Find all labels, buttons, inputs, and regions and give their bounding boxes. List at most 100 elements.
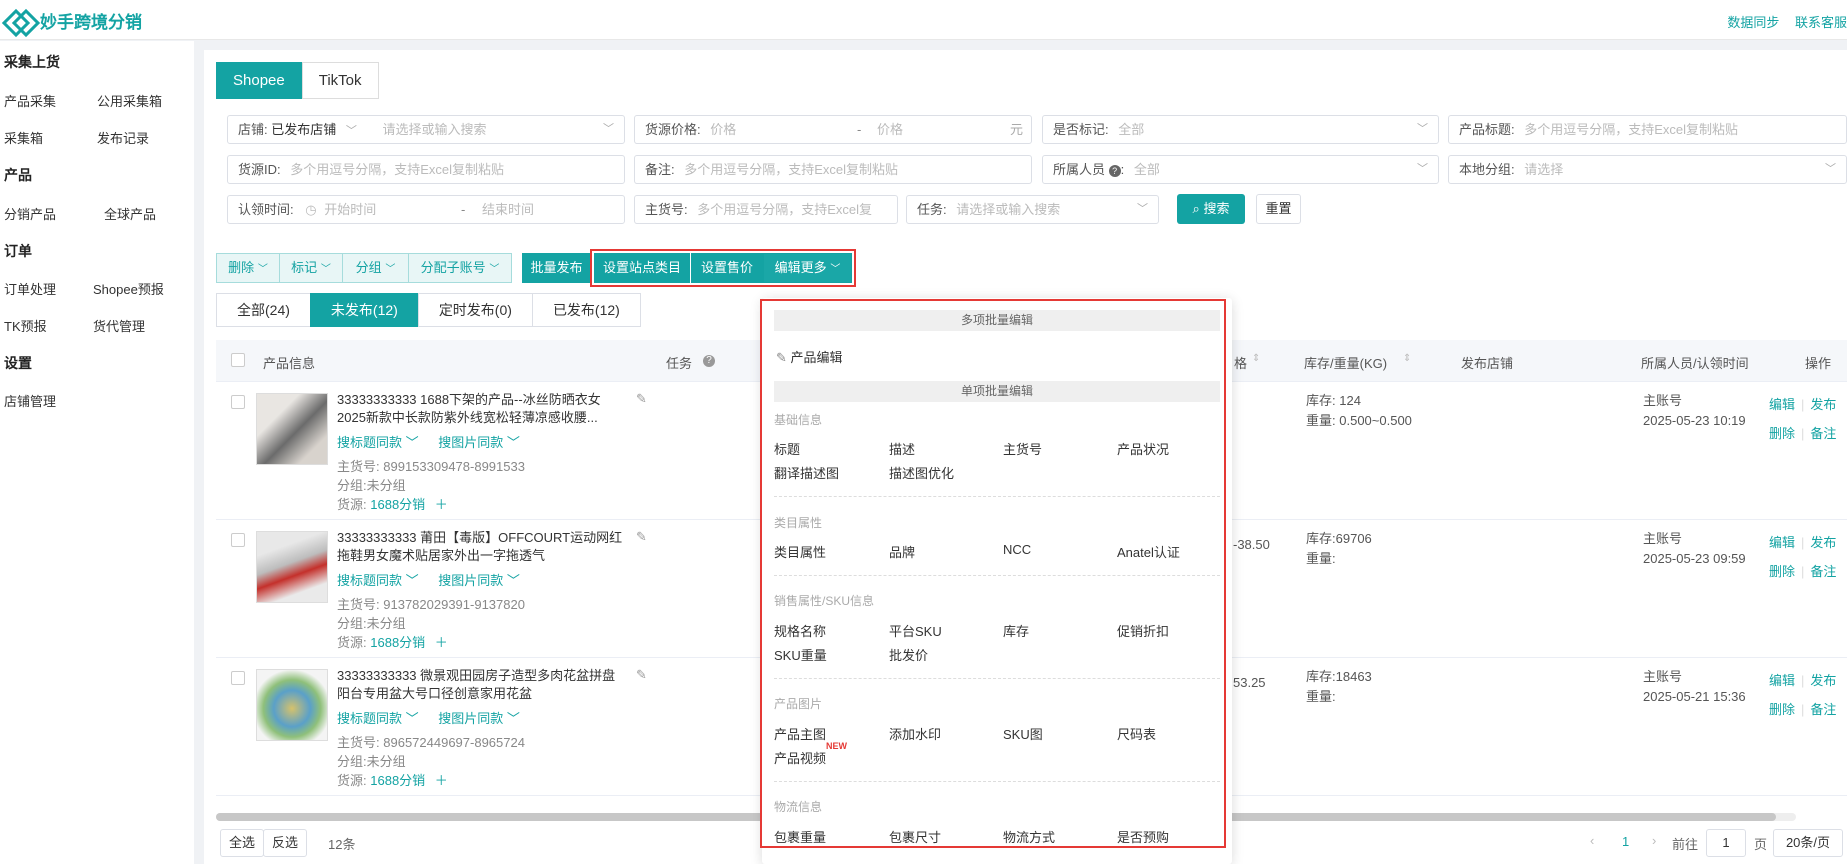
product-thumbnail[interactable] [256, 669, 328, 741]
sidebar-item-distribution-product[interactable]: 分销产品 [4, 204, 56, 223]
store-filter[interactable]: 店铺: 已发布店铺 ﹀ 请选择或输入搜索 ﹀ [227, 115, 625, 144]
remark-input[interactable]: 多个用逗号分隔，支持Excel复制粘贴 [684, 162, 898, 177]
task-input[interactable]: 请选择或输入搜索 [956, 202, 1060, 217]
add-icon[interactable]: ＋ [435, 635, 448, 650]
group-value: 未分组 [366, 616, 406, 631]
title-filter[interactable]: 产品标题: 多个用逗号分隔，支持Excel复制粘贴 [1448, 115, 1847, 144]
stock-value: 18463 [1335, 669, 1372, 684]
row-checkbox[interactable] [231, 671, 245, 685]
help-icon[interactable]: ? [703, 355, 715, 367]
invert-select-button[interactable]: 反选 [263, 829, 307, 857]
assign-subaccount-button[interactable]: 分配子账号 ﹀ [408, 253, 512, 283]
task-filter[interactable]: 任务: 请选择或输入搜索 ﹀ [906, 195, 1159, 224]
claim-time-filter[interactable]: 认领时间: ◷ 开始时间 - 结束时间 [227, 195, 625, 224]
prev-page-icon[interactable]: ‹ [1590, 833, 1594, 848]
store-search-input[interactable]: 请选择或输入搜索 [383, 122, 487, 137]
claim-end-input[interactable]: 结束时间 [482, 196, 534, 223]
page-size-select[interactable]: 20条/页 [1773, 829, 1843, 857]
sidebar-item-store-manage[interactable]: 店铺管理 [4, 391, 56, 410]
search-image-same-link[interactable]: 搜图片同款 ﹀ [438, 573, 520, 588]
sort-icon[interactable]: ⇕ [1252, 353, 1260, 364]
tab-scheduled[interactable]: 定时发布(0) [417, 293, 533, 327]
remark-link[interactable]: 备注 [1810, 426, 1836, 441]
sidebar-item-collect-box[interactable]: 采集箱 [4, 128, 43, 147]
delete-link[interactable]: 删除 [1769, 426, 1795, 441]
product-title[interactable]: 33333333333 微景观田园房子造型多肉花盆拼盘阳台专用盆大号口径创意家用… [337, 667, 627, 703]
main-sku-filter[interactable]: 主货号: 多个用逗号分隔，支持Excel复 [634, 195, 898, 224]
source-id-filter[interactable]: 货源ID: 多个用逗号分隔，支持Excel复制粘贴 [227, 155, 625, 184]
add-icon[interactable]: ＋ [435, 773, 448, 788]
next-page-icon[interactable]: › [1652, 833, 1656, 848]
price-filter[interactable]: 货源价格: 价格 - 价格 元 [634, 115, 1032, 144]
search-title-same-link[interactable]: 搜标题同款 ﹀ [337, 573, 419, 588]
price-max-input[interactable]: 价格 [877, 116, 903, 143]
tab-tiktok[interactable]: TikTok [301, 62, 379, 99]
product-thumbnail[interactable] [256, 393, 328, 465]
add-icon[interactable]: ＋ [435, 497, 448, 512]
sync-data-link[interactable]: 数据同步 [1727, 15, 1779, 30]
sidebar-item-product-collect[interactable]: 产品采集 [4, 91, 56, 110]
row-checkbox[interactable] [231, 395, 245, 409]
delete-button[interactable]: 删除 ﹀ [216, 253, 280, 283]
search-image-same-link[interactable]: 搜图片同款 ﹀ [438, 435, 520, 450]
title-filter-input[interactable]: 多个用逗号分隔，支持Excel复制粘贴 [1524, 122, 1738, 137]
edit-link[interactable]: 编辑 [1769, 535, 1795, 550]
edit-link[interactable]: 编辑 [1769, 673, 1795, 688]
edit-pencil-icon[interactable]: ✎ [636, 391, 647, 407]
remark-link[interactable]: 备注 [1810, 702, 1836, 717]
delete-link[interactable]: 删除 [1769, 702, 1795, 717]
edit-link[interactable]: 编辑 [1769, 397, 1795, 412]
row-checkbox[interactable] [231, 533, 245, 547]
publish-link[interactable]: 发布 [1810, 535, 1836, 550]
owner-filter[interactable]: 所属人员 ?: 全部 ﹀ [1042, 155, 1439, 184]
search-button[interactable]: ⌕ 搜索 [1177, 194, 1245, 224]
select-all-checkbox[interactable] [231, 353, 245, 367]
claim-start-input[interactable]: 开始时间 [324, 202, 376, 217]
publish-link[interactable]: 发布 [1810, 673, 1836, 688]
product-title[interactable]: 33333333333 1688下架的产品--冰丝防晒衣女2025新款中长款防紫… [337, 391, 627, 427]
select-all-button[interactable]: 全选 [220, 829, 264, 857]
sidebar-item-public-box[interactable]: 公用采集箱 [97, 91, 162, 110]
publish-link[interactable]: 发布 [1810, 397, 1836, 412]
sidebar-item-tk-forecast[interactable]: TK预报 [4, 316, 47, 335]
sidebar-item-publish-log[interactable]: 发布记录 [97, 128, 149, 147]
product-title[interactable]: 33333333333 莆田【毒版】OFFCOURT运动网红拖鞋男女魔术贴居家外… [337, 529, 627, 565]
edit-pencil-icon[interactable]: ✎ [636, 529, 647, 545]
search-title-same-link[interactable]: 搜标题同款 ﹀ [337, 711, 419, 726]
help-icon[interactable]: ? [1108, 164, 1121, 177]
source-id-label: 货源ID: [238, 162, 281, 177]
sort-icon[interactable]: ⇕ [1403, 353, 1411, 364]
source-link[interactable]: 1688分销 [370, 773, 425, 788]
tab-shopee[interactable]: Shopee [216, 62, 302, 99]
delete-link[interactable]: 删除 [1769, 564, 1795, 579]
local-group-filter[interactable]: 本地分组: 请选择 ﹀ [1448, 155, 1847, 184]
goto-page-input[interactable]: 1 [1706, 829, 1746, 857]
sidebar-item-shopee-forecast[interactable]: Shopee预报 [93, 279, 164, 298]
source-id-input[interactable]: 多个用逗号分隔，支持Excel复制粘贴 [290, 162, 504, 177]
search-title-same-link[interactable]: 搜标题同款 ﹀ [337, 435, 419, 450]
reset-button[interactable]: 重置 [1256, 194, 1301, 224]
tab-published[interactable]: 已发布(12) [531, 293, 641, 327]
batch-publish-button[interactable]: 批量发布 [522, 253, 591, 283]
sidebar-item-forwarder[interactable]: 货代管理 [93, 316, 145, 335]
search-image-same-link[interactable]: 搜图片同款 ﹀ [438, 711, 520, 726]
contact-service-link[interactable]: 联系客服 [1795, 15, 1847, 30]
local-group-select[interactable]: 请选择 [1524, 162, 1563, 177]
source-link[interactable]: 1688分销 [370, 497, 425, 512]
sidebar-item-global-product[interactable]: 全球产品 [104, 204, 156, 223]
edit-pencil-icon[interactable]: ✎ [636, 667, 647, 683]
tab-unpublished[interactable]: 未发布(12) [309, 293, 419, 327]
sidebar-item-order-process[interactable]: 订单处理 [4, 279, 56, 298]
price-min-input[interactable]: 价格 [710, 122, 736, 137]
remark-filter[interactable]: 备注: 多个用逗号分隔，支持Excel复制粘贴 [634, 155, 1032, 184]
mark-button[interactable]: 标记 ﹀ [279, 253, 343, 283]
remark-link[interactable]: 备注 [1810, 564, 1836, 579]
tab-all[interactable]: 全部(24) [216, 293, 311, 327]
group-button[interactable]: 分组 ﹀ [342, 253, 409, 283]
page-number[interactable]: 1 [1622, 834, 1629, 849]
marked-filter[interactable]: 是否标记: 全部 ﹀ [1042, 115, 1439, 144]
main-sku-input[interactable]: 多个用逗号分隔，支持Excel复 [697, 202, 872, 217]
logo[interactable]: 妙手跨境分销 [6, 8, 142, 33]
product-thumbnail[interactable] [256, 531, 328, 603]
source-link[interactable]: 1688分销 [370, 635, 425, 650]
